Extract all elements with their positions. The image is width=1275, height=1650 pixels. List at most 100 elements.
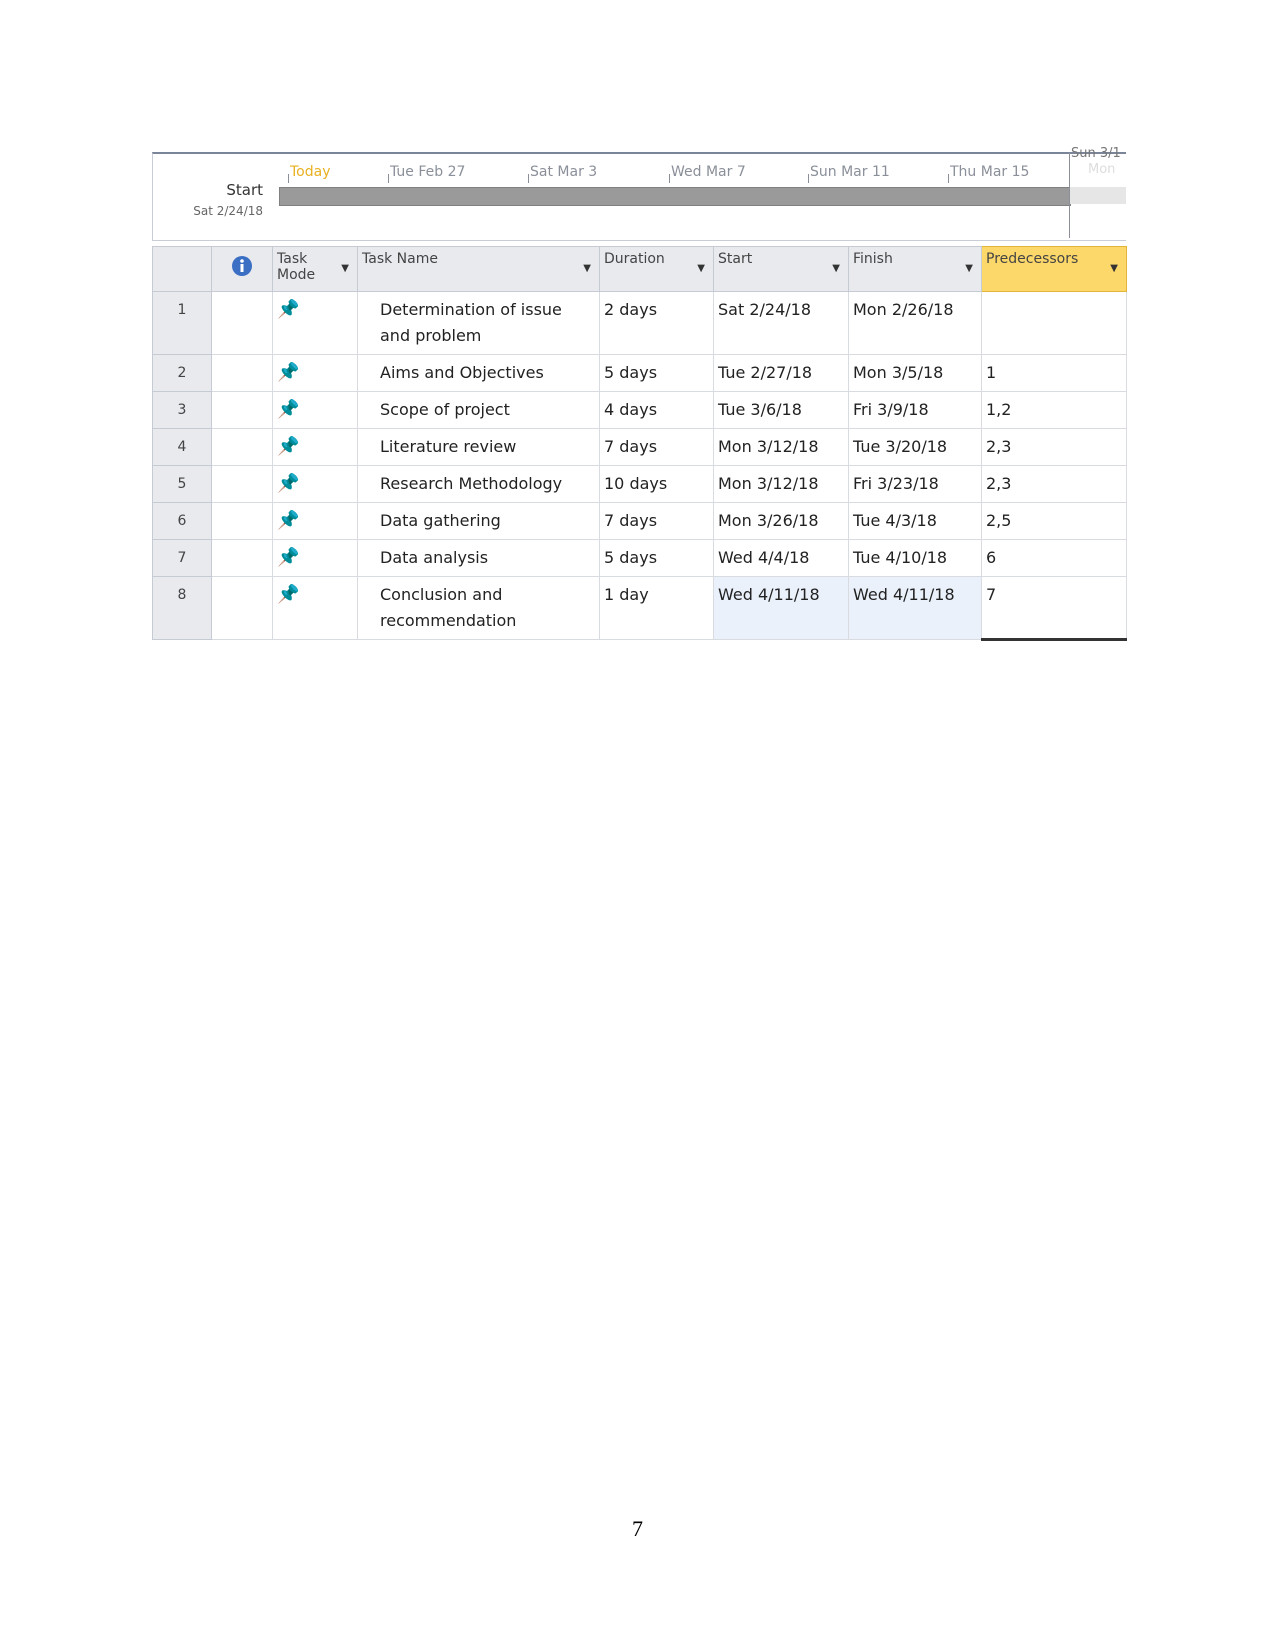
task-mode-cell[interactable]: 📌	[272, 576, 358, 640]
row-number[interactable]: 3	[152, 391, 212, 429]
duration[interactable]: 5 days	[599, 539, 714, 577]
duration[interactable]: 2 days	[599, 291, 714, 355]
predecessors[interactable]: 2,3	[981, 465, 1127, 503]
start-date[interactable]: Mon 3/12/18	[713, 465, 849, 503]
predecessors[interactable]	[981, 291, 1127, 355]
header-task-name[interactable]: Task Name ▼	[357, 246, 600, 292]
table-row[interactable]: 8 📌 Conclusion and recommendation 1 day Wed …	[152, 576, 1127, 641]
start-date[interactable]: Tue 2/27/18	[713, 354, 849, 392]
table-row[interactable]: 2 📌 Aims and Objectives 5 days Tue 2/27/18 Mo…	[152, 354, 1127, 392]
task-mode-cell[interactable]: 📌	[272, 391, 358, 429]
indicator-cell[interactable]	[211, 428, 273, 466]
duration[interactable]: 7 days	[599, 502, 714, 540]
duration[interactable]: 7 days	[599, 428, 714, 466]
timeline[interactable]: Start Sat 2/24/18 Today Tue Feb 27 Sat M…	[152, 146, 1126, 241]
info-icon	[232, 256, 252, 276]
predecessors[interactable]: 1	[981, 354, 1127, 392]
task-mode-cell[interactable]: 📌	[272, 291, 358, 355]
start-date[interactable]: Wed 4/4/18	[713, 539, 849, 577]
predecessors[interactable]: 6	[981, 539, 1127, 577]
table-row[interactable]: 1 📌 Determination of issue and problem 2 da…	[152, 291, 1127, 355]
task-mode-cell[interactable]: 📌	[272, 428, 358, 466]
indicator-cell[interactable]	[211, 576, 273, 640]
row-number[interactable]: 6	[152, 502, 212, 540]
finish-date[interactable]: Tue 4/10/18	[848, 539, 982, 577]
header-rownum[interactable]	[152, 246, 212, 292]
table-row[interactable]: 4 📌 Literature review 7 days Mon 3/12/18 Tue …	[152, 428, 1127, 466]
task-name[interactable]: Conclusion and recommendation	[357, 576, 600, 640]
row-number[interactable]: 7	[152, 539, 212, 577]
duration[interactable]: 10 days	[599, 465, 714, 503]
duration[interactable]: 1 day	[599, 576, 714, 640]
dropdown-icon[interactable]: ▼	[583, 263, 591, 274]
row-number[interactable]: 2	[152, 354, 212, 392]
table-row[interactable]: 5 📌 Research Methodology 10 days Mon 3/12/18…	[152, 465, 1127, 503]
task-name[interactable]: Data analysis	[357, 539, 600, 577]
header-duration[interactable]: Duration ▼	[599, 246, 714, 292]
finish-date[interactable]: Fri 3/23/18	[848, 465, 982, 503]
task-name[interactable]: Scope of project	[357, 391, 600, 429]
indicator-cell[interactable]	[211, 391, 273, 429]
task-table: Task Mode ▼ Task Name ▼ Duration ▼ Start ▼ F…	[152, 246, 1127, 641]
document-page: Start Sat 2/24/18 Today Tue Feb 27 Sat M…	[0, 0, 1275, 1650]
predecessors[interactable]: 2,3	[981, 428, 1127, 466]
indicator-cell[interactable]	[211, 539, 273, 577]
finish-date[interactable]: Wed 4/11/18	[848, 576, 982, 640]
task-name[interactable]: Research Methodology	[357, 465, 600, 503]
pin-icon: 📌	[277, 436, 300, 457]
task-mode-cell[interactable]: 📌	[272, 354, 358, 392]
finish-date[interactable]: Tue 4/3/18	[848, 502, 982, 540]
row-number[interactable]: 1	[152, 291, 212, 355]
timeline-tick: Thu Mar 15	[947, 164, 1030, 183]
pin-icon: 📌	[277, 473, 300, 494]
row-number[interactable]: 5	[152, 465, 212, 503]
row-number[interactable]: 4	[152, 428, 212, 466]
finish-date[interactable]: Tue 3/20/18	[848, 428, 982, 466]
duration[interactable]: 5 days	[599, 354, 714, 392]
indicator-cell[interactable]	[211, 465, 273, 503]
start-date[interactable]: Mon 3/12/18	[713, 428, 849, 466]
finish-date[interactable]: Fri 3/9/18	[848, 391, 982, 429]
table-row[interactable]: 3 📌 Scope of project 4 days Tue 3/6/18 Fri 3/…	[152, 391, 1127, 429]
dropdown-icon[interactable]: ▼	[965, 263, 973, 274]
start-date[interactable]: Tue 3/6/18	[713, 391, 849, 429]
pin-icon: 📌	[277, 547, 300, 568]
header-predecessors[interactable]: Predecessors ▼	[981, 246, 1127, 292]
header-finish[interactable]: Finish ▼	[848, 246, 982, 292]
row-number[interactable]: 8	[152, 576, 212, 640]
start-date[interactable]: Sat 2/24/18	[713, 291, 849, 355]
finish-date[interactable]: Mon 2/26/18	[848, 291, 982, 355]
start-date[interactable]: Wed 4/11/18	[713, 576, 849, 640]
header-info[interactable]	[211, 246, 273, 292]
timeline-bar[interactable]	[279, 187, 1071, 206]
indicator-cell[interactable]	[211, 502, 273, 540]
indicator-cell[interactable]	[211, 354, 273, 392]
table-row[interactable]: 7 📌 Data analysis 5 days Wed 4/4/18 Tue 4/10/…	[152, 539, 1127, 577]
task-mode-cell[interactable]: 📌	[272, 465, 358, 503]
finish-date[interactable]: Mon 3/5/18	[848, 354, 982, 392]
dropdown-icon[interactable]: ▼	[697, 263, 705, 274]
task-name[interactable]: Aims and Objectives	[357, 354, 600, 392]
predecessors[interactable]: 1,2	[981, 391, 1127, 429]
task-mode-cell[interactable]: 📌	[272, 539, 358, 577]
predecessors[interactable]: 2,5	[981, 502, 1127, 540]
header-start[interactable]: Start ▼	[713, 246, 849, 292]
timeline-bar-extension	[1070, 187, 1126, 204]
timeline-tick: Sat Mar 3	[527, 164, 598, 183]
timeline-tick: Tue Feb 27	[387, 164, 466, 183]
task-name[interactable]: Literature review	[357, 428, 600, 466]
duration[interactable]: 4 days	[599, 391, 714, 429]
task-name[interactable]: Determination of issue and problem	[357, 291, 600, 355]
indicator-cell[interactable]	[211, 291, 273, 355]
dropdown-icon[interactable]: ▼	[832, 263, 840, 274]
predecessors[interactable]: 7	[981, 576, 1127, 641]
table-row[interactable]: 6 📌 Data gathering 7 days Mon 3/26/18 Tue 4/3…	[152, 502, 1127, 540]
header-task-mode[interactable]: Task Mode ▼	[272, 246, 358, 292]
task-mode-cell[interactable]: 📌	[272, 502, 358, 540]
dropdown-icon[interactable]: ▼	[341, 263, 349, 274]
start-date[interactable]: Mon 3/26/18	[713, 502, 849, 540]
timeline-today: Today	[288, 164, 331, 183]
task-name[interactable]: Data gathering	[357, 502, 600, 540]
dropdown-icon[interactable]: ▼	[1110, 263, 1118, 274]
timeline-tick: Wed Mar 7	[669, 164, 746, 183]
